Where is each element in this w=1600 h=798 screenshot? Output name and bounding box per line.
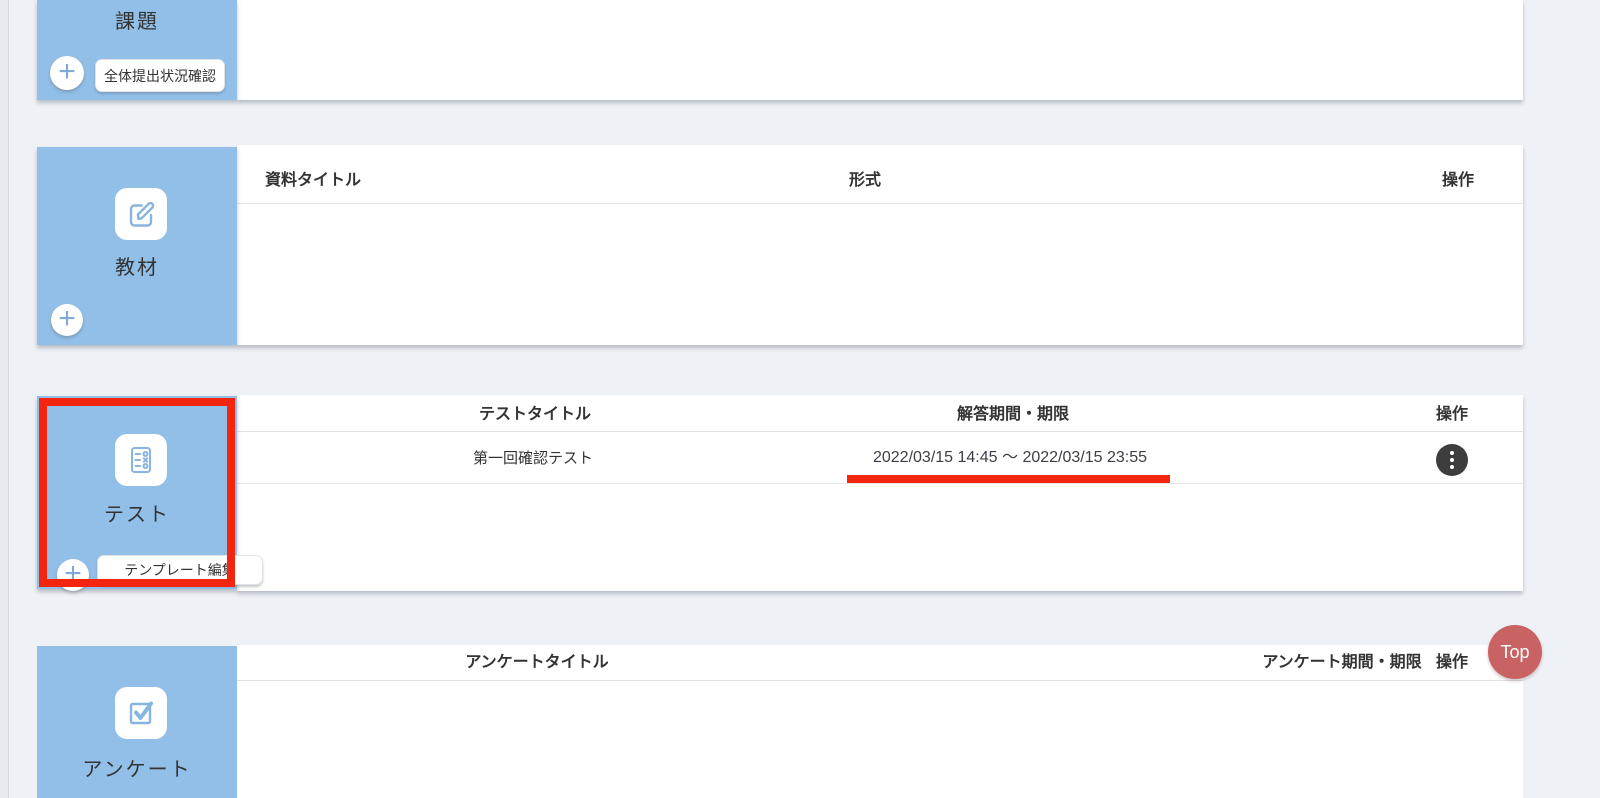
anketo-icon-box [115, 687, 167, 739]
test-row-divider [237, 483, 1523, 484]
compose-icon [124, 197, 158, 231]
kadai-add-button[interactable]: + [50, 56, 84, 90]
test-col-period: 解答期間・期限 [913, 404, 1113, 426]
scroll-to-top-button[interactable]: Top [1488, 625, 1542, 679]
anketo-tile[interactable]: アンケート [37, 646, 237, 798]
test-row-period: 2022/03/15 14:45 〜 2022/03/15 23:55 [810, 447, 1210, 469]
kadai-title: 課題 [37, 10, 237, 34]
test-panel: テストタイトル 解答期間・期限 操作 第一回確認テスト 2022/03/15 1… [237, 395, 1523, 591]
kyozai-icon-box [115, 188, 167, 240]
kyozai-tile[interactable]: 教材 + [37, 147, 237, 345]
kyozai-header-divider [237, 203, 1523, 204]
test-icon-box [115, 434, 167, 486]
anketo-col-actions: 操作 [1412, 652, 1492, 674]
anketo-header-divider [237, 680, 1523, 681]
kyozai-col-format: 形式 [775, 170, 955, 192]
test-row-title[interactable]: 第一回確認テスト [433, 448, 633, 470]
kyozai-title: 教材 [37, 256, 237, 280]
kyozai-panel: 資料タイトル 形式 操作 [237, 145, 1523, 345]
anketo-panel: アンケートタイトル アンケート期間・期限 操作 [237, 645, 1523, 798]
left-gutter [0, 0, 9, 798]
anketo-col-title: アンケートタイトル [422, 652, 652, 674]
checklist-icon [124, 443, 158, 477]
test-col-actions: 操作 [1412, 404, 1492, 426]
kebab-menu-button[interactable] [1436, 444, 1468, 476]
kyozai-col-actions: 操作 [1418, 170, 1498, 192]
test-title: テスト [37, 503, 237, 527]
template-edit-button[interactable]: テンプレート編集 [97, 555, 263, 585]
period-highlight-underline [847, 475, 1170, 483]
kyozai-col-title: 資料タイトル [265, 170, 485, 192]
course-page: 課題 + 全体提出状況確認 資料タイトル 形式 操作 教材 + テストタイトル … [0, 0, 1600, 798]
kadai-panel [237, 0, 1523, 100]
test-add-button[interactable]: + [57, 559, 89, 591]
test-col-title: テストタイトル [435, 404, 635, 426]
checkbox-icon [124, 696, 158, 730]
kadai-status-button[interactable]: 全体提出状況確認 [95, 59, 225, 92]
kyozai-add-button[interactable]: + [51, 304, 83, 336]
anketo-title: アンケート [37, 758, 237, 782]
kadai-tile[interactable]: 課題 + 全体提出状況確認 [37, 0, 237, 100]
test-tile[interactable]: テスト + テンプレート編集 [37, 396, 237, 589]
